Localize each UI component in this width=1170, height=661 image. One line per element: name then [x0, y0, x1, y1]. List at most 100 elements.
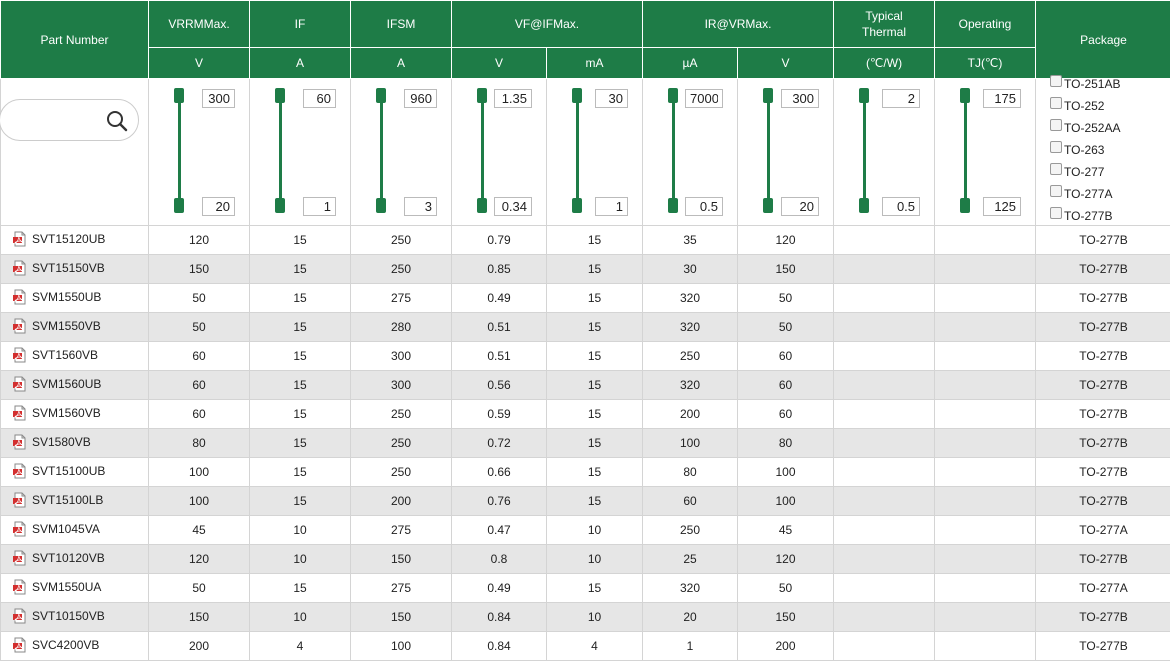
pdf-icon[interactable]	[12, 376, 28, 392]
slider-track[interactable]	[178, 93, 181, 205]
slider-handle-max[interactable]	[275, 88, 285, 103]
package-option[interactable]: TO-263	[1050, 139, 1170, 161]
package-option[interactable]: TO-251AB	[1050, 73, 1170, 95]
range-min-input[interactable]	[685, 197, 723, 216]
slider-track[interactable]	[380, 93, 383, 205]
part-number-link[interactable]: SVM1045VA	[32, 522, 100, 536]
slider-handle-max[interactable]	[477, 88, 487, 103]
checkbox-icon[interactable]	[1050, 75, 1062, 87]
pdf-icon[interactable]	[12, 579, 28, 595]
slider-handle-min[interactable]	[572, 198, 582, 213]
range-max-input[interactable]	[404, 89, 437, 108]
slider-track[interactable]	[767, 93, 770, 205]
header-vrrm[interactable]: VRRMMax.	[149, 1, 250, 48]
slider-track[interactable]	[964, 93, 967, 205]
pdf-icon[interactable]	[12, 434, 28, 450]
pdf-icon[interactable]	[12, 637, 28, 653]
part-number-link[interactable]: SVC4200VB	[32, 638, 99, 652]
header-package[interactable]: Package	[1036, 1, 1170, 79]
part-number-link[interactable]: SVM1550UB	[32, 290, 101, 304]
part-number-link[interactable]: SVM1550UA	[32, 580, 101, 594]
range-min-input[interactable]	[595, 197, 628, 216]
pdf-icon[interactable]	[12, 550, 28, 566]
pdf-icon[interactable]	[12, 521, 28, 537]
slider-handle-min[interactable]	[477, 198, 487, 213]
slider-handle-max[interactable]	[763, 88, 773, 103]
slider-handle-max[interactable]	[376, 88, 386, 103]
pdf-icon[interactable]	[12, 318, 28, 334]
pdf-icon[interactable]	[12, 463, 28, 479]
pdf-icon[interactable]	[12, 260, 28, 276]
part-number-link[interactable]: SVT15100LB	[32, 493, 103, 507]
part-number-link[interactable]: SVT10120VB	[32, 551, 105, 565]
checkbox-icon[interactable]	[1050, 119, 1062, 131]
slider-handle-min[interactable]	[174, 198, 184, 213]
package-option[interactable]: TO-277A	[1050, 183, 1170, 205]
checkbox-icon[interactable]	[1050, 141, 1062, 153]
part-number-link[interactable]: SVT15100UB	[32, 464, 105, 478]
slider-track[interactable]	[481, 93, 484, 205]
range-max-input[interactable]	[882, 89, 920, 108]
header-if[interactable]: IF	[250, 1, 351, 48]
slider-handle-max[interactable]	[960, 88, 970, 103]
range-min-input[interactable]	[882, 197, 920, 216]
range-min-input[interactable]	[202, 197, 235, 216]
slider-handle-max[interactable]	[572, 88, 582, 103]
range-min-input[interactable]	[983, 197, 1021, 216]
part-number-link[interactable]: SVM1550VB	[32, 319, 101, 333]
header-part-number[interactable]: Part Number	[1, 1, 149, 79]
part-number-link[interactable]: SVT1560VB	[32, 348, 98, 362]
pdf-icon[interactable]	[12, 492, 28, 508]
part-number-link[interactable]: SVM1560UB	[32, 377, 101, 391]
part-number-link[interactable]: SVM1560VB	[32, 406, 101, 420]
slider-handle-max[interactable]	[174, 88, 184, 103]
part-number-link[interactable]: SVT15120UB	[32, 232, 105, 246]
slider-handle-min[interactable]	[668, 198, 678, 213]
pdf-icon[interactable]	[12, 405, 28, 421]
header-ifsm[interactable]: IFSM	[351, 1, 452, 48]
search-icon[interactable]	[106, 110, 128, 132]
range-max-input[interactable]	[595, 89, 628, 108]
range-min-input[interactable]	[781, 197, 819, 216]
range-max-input[interactable]	[303, 89, 336, 108]
header-thermal[interactable]: TypicalThermal	[834, 1, 935, 48]
slider-handle-min[interactable]	[376, 198, 386, 213]
checkbox-icon[interactable]	[1050, 163, 1062, 175]
range-min-input[interactable]	[494, 197, 532, 216]
package-option[interactable]: TO-277	[1050, 161, 1170, 183]
pdf-icon[interactable]	[12, 231, 28, 247]
pdf-icon[interactable]	[12, 608, 28, 624]
range-max-input[interactable]	[494, 89, 532, 108]
checkbox-icon[interactable]	[1050, 207, 1062, 219]
slider-handle-min[interactable]	[960, 198, 970, 213]
range-max-input[interactable]	[781, 89, 819, 108]
part-number-link[interactable]: SV1580VB	[32, 435, 91, 449]
package-option[interactable]: TO-277B	[1050, 205, 1170, 223]
header-ir[interactable]: IR@VRMax.	[643, 1, 834, 48]
slider-track[interactable]	[863, 93, 866, 205]
checkbox-icon[interactable]	[1050, 97, 1062, 109]
pdf-icon[interactable]	[12, 289, 28, 305]
slider-track[interactable]	[279, 93, 282, 205]
part-number-link[interactable]: SVT15150VB	[32, 261, 105, 275]
slider-handle-max[interactable]	[668, 88, 678, 103]
slider-handle-min[interactable]	[763, 198, 773, 213]
range-max-input[interactable]	[685, 89, 723, 108]
slider-track[interactable]	[576, 93, 579, 205]
part-number-link[interactable]: SVT10150VB	[32, 609, 105, 623]
pdf-icon[interactable]	[12, 347, 28, 363]
range-max-input[interactable]	[202, 89, 235, 108]
slider-handle-min[interactable]	[859, 198, 869, 213]
search-box[interactable]	[0, 99, 139, 141]
range-min-input[interactable]	[404, 197, 437, 216]
package-filter-list[interactable]: TO-251AB TO-252 TO-252AA TO-263 TO-277 T…	[1050, 73, 1170, 223]
slider-track[interactable]	[672, 93, 675, 205]
header-operating[interactable]: Operating	[935, 1, 1036, 48]
package-option[interactable]: TO-252	[1050, 95, 1170, 117]
slider-handle-max[interactable]	[859, 88, 869, 103]
checkbox-icon[interactable]	[1050, 185, 1062, 197]
package-option[interactable]: TO-252AA	[1050, 117, 1170, 139]
header-vf[interactable]: VF@IFMax.	[452, 1, 643, 48]
search-input[interactable]	[10, 110, 104, 132]
slider-handle-min[interactable]	[275, 198, 285, 213]
